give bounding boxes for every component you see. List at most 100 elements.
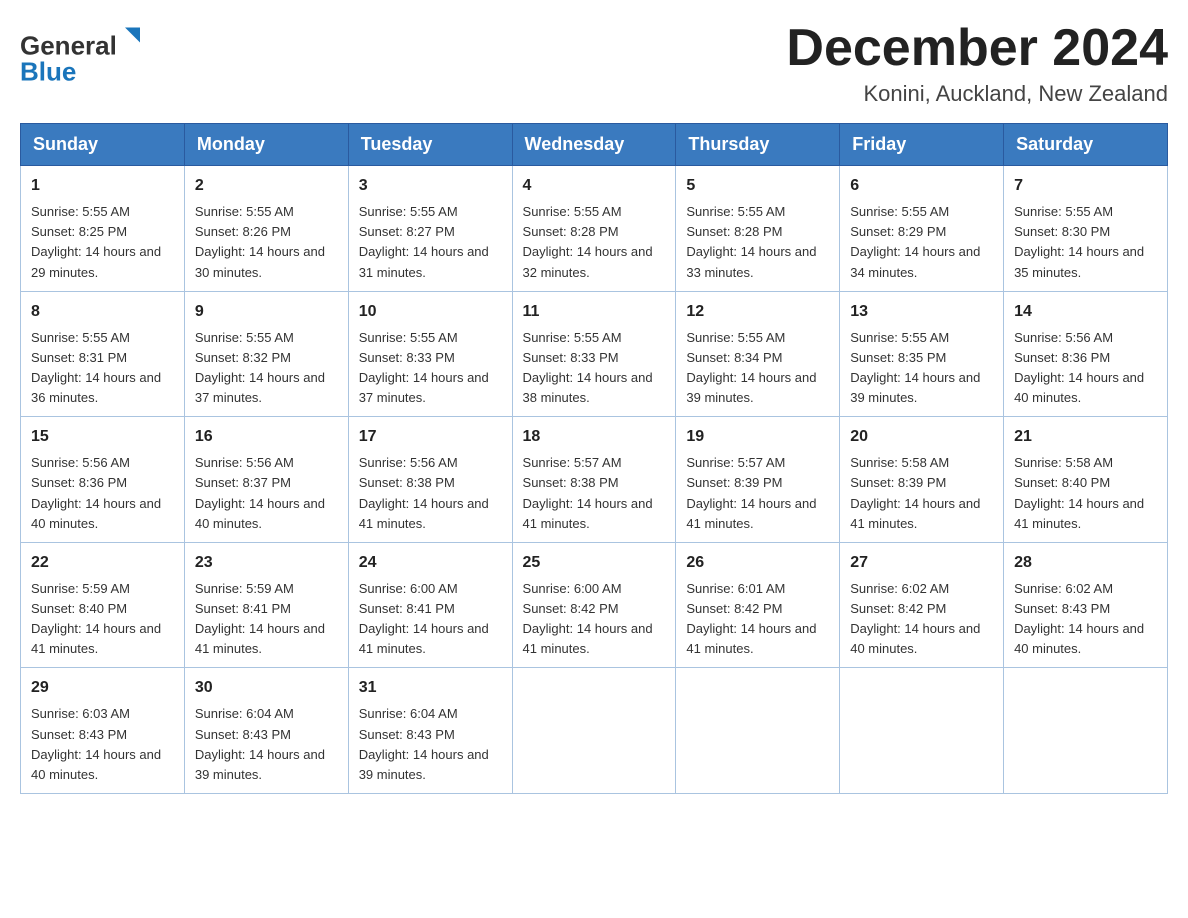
day-info: Sunrise: 5:55 AMSunset: 8:26 PMDaylight:… <box>195 204 325 279</box>
day-info: Sunrise: 5:58 AMSunset: 8:39 PMDaylight:… <box>850 455 980 530</box>
day-number: 29 <box>31 676 174 700</box>
calendar-cell: 5 Sunrise: 5:55 AMSunset: 8:28 PMDayligh… <box>676 166 840 292</box>
logo-svg: General Blue <box>20 20 150 90</box>
day-number: 5 <box>686 174 829 198</box>
day-info: Sunrise: 5:56 AMSunset: 8:37 PMDaylight:… <box>195 455 325 530</box>
day-info: Sunrise: 5:55 AMSunset: 8:35 PMDaylight:… <box>850 330 980 405</box>
day-number: 10 <box>359 300 502 324</box>
day-info: Sunrise: 6:02 AMSunset: 8:42 PMDaylight:… <box>850 581 980 656</box>
day-number: 6 <box>850 174 993 198</box>
calendar-cell: 7 Sunrise: 5:55 AMSunset: 8:30 PMDayligh… <box>1004 166 1168 292</box>
calendar-cell: 22 Sunrise: 5:59 AMSunset: 8:40 PMDaylig… <box>21 542 185 668</box>
week-row-1: 1 Sunrise: 5:55 AMSunset: 8:25 PMDayligh… <box>21 166 1168 292</box>
day-number: 16 <box>195 425 338 449</box>
day-info: Sunrise: 5:56 AMSunset: 8:36 PMDaylight:… <box>31 455 161 530</box>
day-number: 19 <box>686 425 829 449</box>
calendar-cell: 11 Sunrise: 5:55 AMSunset: 8:33 PMDaylig… <box>512 291 676 417</box>
day-info: Sunrise: 5:55 AMSunset: 8:28 PMDaylight:… <box>523 204 653 279</box>
day-info: Sunrise: 5:55 AMSunset: 8:31 PMDaylight:… <box>31 330 161 405</box>
weekday-header-monday: Monday <box>184 124 348 166</box>
day-number: 24 <box>359 551 502 575</box>
day-number: 25 <box>523 551 666 575</box>
weekday-header-friday: Friday <box>840 124 1004 166</box>
day-info: Sunrise: 5:55 AMSunset: 8:34 PMDaylight:… <box>686 330 816 405</box>
logo: General Blue <box>20 20 150 90</box>
calendar-cell: 19 Sunrise: 5:57 AMSunset: 8:39 PMDaylig… <box>676 417 840 543</box>
weekday-header-wednesday: Wednesday <box>512 124 676 166</box>
day-number: 30 <box>195 676 338 700</box>
calendar-cell: 17 Sunrise: 5:56 AMSunset: 8:38 PMDaylig… <box>348 417 512 543</box>
day-number: 7 <box>1014 174 1157 198</box>
day-number: 14 <box>1014 300 1157 324</box>
day-number: 15 <box>31 425 174 449</box>
day-number: 28 <box>1014 551 1157 575</box>
day-number: 8 <box>31 300 174 324</box>
page-header: General Blue December 2024 Konini, Auckl… <box>20 20 1168 107</box>
day-number: 23 <box>195 551 338 575</box>
calendar-cell: 25 Sunrise: 6:00 AMSunset: 8:42 PMDaylig… <box>512 542 676 668</box>
day-number: 11 <box>523 300 666 324</box>
weekday-header-tuesday: Tuesday <box>348 124 512 166</box>
day-info: Sunrise: 5:55 AMSunset: 8:25 PMDaylight:… <box>31 204 161 279</box>
calendar-cell: 26 Sunrise: 6:01 AMSunset: 8:42 PMDaylig… <box>676 542 840 668</box>
day-info: Sunrise: 6:01 AMSunset: 8:42 PMDaylight:… <box>686 581 816 656</box>
week-row-2: 8 Sunrise: 5:55 AMSunset: 8:31 PMDayligh… <box>21 291 1168 417</box>
calendar-cell: 20 Sunrise: 5:58 AMSunset: 8:39 PMDaylig… <box>840 417 1004 543</box>
day-info: Sunrise: 5:58 AMSunset: 8:40 PMDaylight:… <box>1014 455 1144 530</box>
weekday-header-thursday: Thursday <box>676 124 840 166</box>
calendar-cell <box>840 668 1004 794</box>
day-info: Sunrise: 6:02 AMSunset: 8:43 PMDaylight:… <box>1014 581 1144 656</box>
calendar-cell: 30 Sunrise: 6:04 AMSunset: 8:43 PMDaylig… <box>184 668 348 794</box>
day-info: Sunrise: 5:59 AMSunset: 8:41 PMDaylight:… <box>195 581 325 656</box>
calendar-cell: 3 Sunrise: 5:55 AMSunset: 8:27 PMDayligh… <box>348 166 512 292</box>
day-info: Sunrise: 5:55 AMSunset: 8:33 PMDaylight:… <box>523 330 653 405</box>
calendar-cell: 28 Sunrise: 6:02 AMSunset: 8:43 PMDaylig… <box>1004 542 1168 668</box>
day-number: 22 <box>31 551 174 575</box>
location-subtitle: Konini, Auckland, New Zealand <box>786 81 1168 107</box>
weekday-header-saturday: Saturday <box>1004 124 1168 166</box>
calendar-cell: 13 Sunrise: 5:55 AMSunset: 8:35 PMDaylig… <box>840 291 1004 417</box>
day-number: 20 <box>850 425 993 449</box>
calendar-cell: 4 Sunrise: 5:55 AMSunset: 8:28 PMDayligh… <box>512 166 676 292</box>
calendar-cell: 29 Sunrise: 6:03 AMSunset: 8:43 PMDaylig… <box>21 668 185 794</box>
day-number: 3 <box>359 174 502 198</box>
calendar-cell: 8 Sunrise: 5:55 AMSunset: 8:31 PMDayligh… <box>21 291 185 417</box>
day-info: Sunrise: 5:57 AMSunset: 8:39 PMDaylight:… <box>686 455 816 530</box>
calendar-table: SundayMondayTuesdayWednesdayThursdayFrid… <box>20 123 1168 794</box>
day-info: Sunrise: 6:00 AMSunset: 8:42 PMDaylight:… <box>523 581 653 656</box>
day-number: 18 <box>523 425 666 449</box>
week-row-4: 22 Sunrise: 5:59 AMSunset: 8:40 PMDaylig… <box>21 542 1168 668</box>
weekday-header-sunday: Sunday <box>21 124 185 166</box>
calendar-cell: 24 Sunrise: 6:00 AMSunset: 8:41 PMDaylig… <box>348 542 512 668</box>
day-info: Sunrise: 6:03 AMSunset: 8:43 PMDaylight:… <box>31 706 161 781</box>
day-info: Sunrise: 5:59 AMSunset: 8:40 PMDaylight:… <box>31 581 161 656</box>
calendar-cell <box>1004 668 1168 794</box>
day-number: 21 <box>1014 425 1157 449</box>
week-row-3: 15 Sunrise: 5:56 AMSunset: 8:36 PMDaylig… <box>21 417 1168 543</box>
calendar-cell: 9 Sunrise: 5:55 AMSunset: 8:32 PMDayligh… <box>184 291 348 417</box>
day-info: Sunrise: 5:55 AMSunset: 8:27 PMDaylight:… <box>359 204 489 279</box>
day-info: Sunrise: 6:04 AMSunset: 8:43 PMDaylight:… <box>195 706 325 781</box>
calendar-cell: 1 Sunrise: 5:55 AMSunset: 8:25 PMDayligh… <box>21 166 185 292</box>
day-info: Sunrise: 5:57 AMSunset: 8:38 PMDaylight:… <box>523 455 653 530</box>
calendar-cell: 21 Sunrise: 5:58 AMSunset: 8:40 PMDaylig… <box>1004 417 1168 543</box>
day-info: Sunrise: 5:56 AMSunset: 8:38 PMDaylight:… <box>359 455 489 530</box>
calendar-cell: 6 Sunrise: 5:55 AMSunset: 8:29 PMDayligh… <box>840 166 1004 292</box>
day-number: 27 <box>850 551 993 575</box>
day-info: Sunrise: 6:04 AMSunset: 8:43 PMDaylight:… <box>359 706 489 781</box>
calendar-cell: 31 Sunrise: 6:04 AMSunset: 8:43 PMDaylig… <box>348 668 512 794</box>
day-number: 2 <box>195 174 338 198</box>
calendar-cell: 23 Sunrise: 5:59 AMSunset: 8:41 PMDaylig… <box>184 542 348 668</box>
calendar-cell <box>512 668 676 794</box>
day-number: 31 <box>359 676 502 700</box>
calendar-cell: 18 Sunrise: 5:57 AMSunset: 8:38 PMDaylig… <box>512 417 676 543</box>
day-number: 17 <box>359 425 502 449</box>
day-number: 9 <box>195 300 338 324</box>
weekday-header-row: SundayMondayTuesdayWednesdayThursdayFrid… <box>21 124 1168 166</box>
day-info: Sunrise: 5:55 AMSunset: 8:28 PMDaylight:… <box>686 204 816 279</box>
week-row-5: 29 Sunrise: 6:03 AMSunset: 8:43 PMDaylig… <box>21 668 1168 794</box>
day-info: Sunrise: 5:56 AMSunset: 8:36 PMDaylight:… <box>1014 330 1144 405</box>
title-block: December 2024 Konini, Auckland, New Zeal… <box>786 20 1168 107</box>
calendar-cell: 15 Sunrise: 5:56 AMSunset: 8:36 PMDaylig… <box>21 417 185 543</box>
day-number: 1 <box>31 174 174 198</box>
